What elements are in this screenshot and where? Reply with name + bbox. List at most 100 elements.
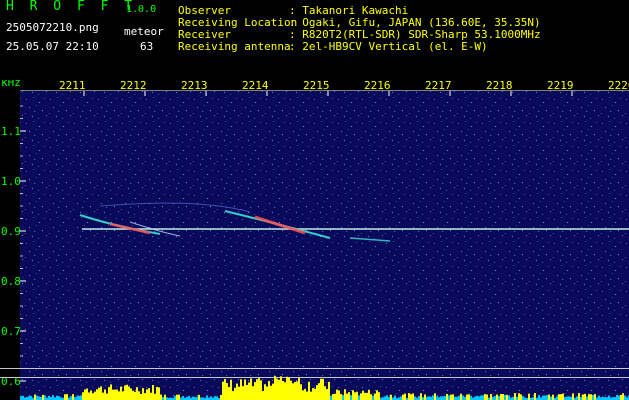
signal-bar	[622, 393, 624, 400]
y-axis-unit: kHz	[1, 80, 21, 89]
signal-bar	[412, 393, 414, 400]
divider	[0, 368, 629, 369]
signal-bar	[578, 393, 580, 400]
signal-bar	[20, 396, 22, 400]
signal-bar	[188, 396, 190, 400]
signal-bar	[566, 396, 568, 400]
signal-bar	[432, 395, 434, 400]
signal-bar	[30, 395, 32, 400]
signal-bar	[286, 376, 288, 400]
signal-bar	[76, 396, 78, 400]
signal-bar	[28, 396, 30, 400]
signal-bar	[156, 386, 158, 400]
signal-bar	[484, 394, 486, 400]
signal-bar	[550, 396, 552, 400]
signal-bar	[312, 388, 314, 400]
signal-bar	[256, 379, 258, 400]
signal-bar	[338, 390, 340, 400]
app-brand: H R O F F T	[6, 0, 137, 14]
signal-bar	[518, 393, 520, 400]
signal-bar	[288, 377, 290, 400]
signal-bar	[236, 383, 238, 400]
signal-bar	[362, 390, 364, 400]
noise-background	[20, 91, 629, 400]
signal-bar	[106, 393, 108, 400]
signal-bar	[138, 391, 140, 400]
signal-bar	[116, 389, 118, 400]
signal-bar	[272, 383, 274, 400]
signal-bar	[506, 394, 508, 400]
signal-bar	[72, 394, 74, 400]
signal-bar	[174, 395, 176, 400]
signal-bar	[444, 395, 446, 400]
signal-bar	[282, 380, 284, 400]
signal-bar	[296, 381, 298, 400]
signal-bar	[280, 376, 282, 400]
signal-bar	[420, 393, 422, 400]
signal-bar	[264, 384, 266, 400]
signal-bar	[64, 394, 66, 400]
signal-bar	[336, 389, 338, 400]
signal-bar	[104, 389, 106, 400]
signal-bar	[270, 385, 272, 400]
signal-bar	[328, 381, 330, 400]
signal-bar	[500, 394, 502, 400]
signal-bar	[42, 394, 44, 400]
signal-bar	[450, 394, 452, 400]
signal-bar	[254, 382, 256, 400]
signal-bar	[360, 393, 362, 400]
signal-bar	[558, 394, 560, 400]
signal-bar	[486, 394, 488, 400]
signal-bar	[56, 395, 58, 400]
signal-bar	[192, 396, 194, 400]
signal-bar	[114, 389, 116, 400]
signal-bar	[92, 393, 94, 400]
signal-bar	[140, 393, 142, 400]
signal-bar	[222, 381, 224, 400]
signal-bar	[102, 392, 104, 400]
signal-bar	[576, 396, 578, 400]
signal-bar	[150, 392, 152, 400]
signal-bar	[228, 386, 230, 400]
signal-bar	[620, 394, 622, 400]
signal-bar	[234, 387, 236, 400]
signal-bar	[482, 395, 484, 400]
info-antenna-value: : 2el-HB9CV Vertical (el. E-W)	[289, 40, 488, 53]
signal-bar	[520, 394, 522, 400]
signal-bar	[154, 393, 156, 400]
signal-bar	[308, 381, 310, 400]
app-version: 1.0.0	[126, 4, 157, 15]
signal-bar	[460, 393, 462, 400]
signal-bar	[504, 395, 506, 400]
signal-bar	[230, 379, 232, 400]
signal-bar	[418, 396, 420, 400]
signal-bar	[588, 394, 590, 400]
signal-bar	[130, 388, 132, 400]
signal-bar	[340, 394, 342, 400]
signal-bar	[326, 389, 328, 400]
signal-bar	[608, 395, 610, 400]
signal-bar	[390, 394, 392, 400]
divider	[0, 377, 629, 378]
signal-bar	[304, 388, 306, 400]
signal-bar	[302, 390, 304, 400]
signal-bar	[490, 394, 492, 400]
signal-bar	[402, 394, 404, 400]
signal-bar	[82, 392, 84, 400]
signal-bar	[258, 378, 260, 400]
signal-bar	[52, 395, 54, 400]
signal-bar	[96, 389, 98, 400]
signal-bar	[108, 387, 110, 400]
signal-bar	[436, 396, 438, 400]
signal-bar	[354, 392, 356, 400]
signal-bar	[494, 396, 496, 400]
signal-bar	[364, 392, 366, 400]
date-time: 25.05.07 22:10	[6, 40, 99, 53]
signal-bar	[414, 396, 416, 400]
signal-bar	[58, 396, 60, 400]
signal-bar	[370, 394, 372, 400]
signal-bar	[266, 386, 268, 400]
signal-bar	[434, 393, 436, 400]
signal-bar	[374, 393, 376, 400]
signal-bar	[372, 395, 374, 400]
